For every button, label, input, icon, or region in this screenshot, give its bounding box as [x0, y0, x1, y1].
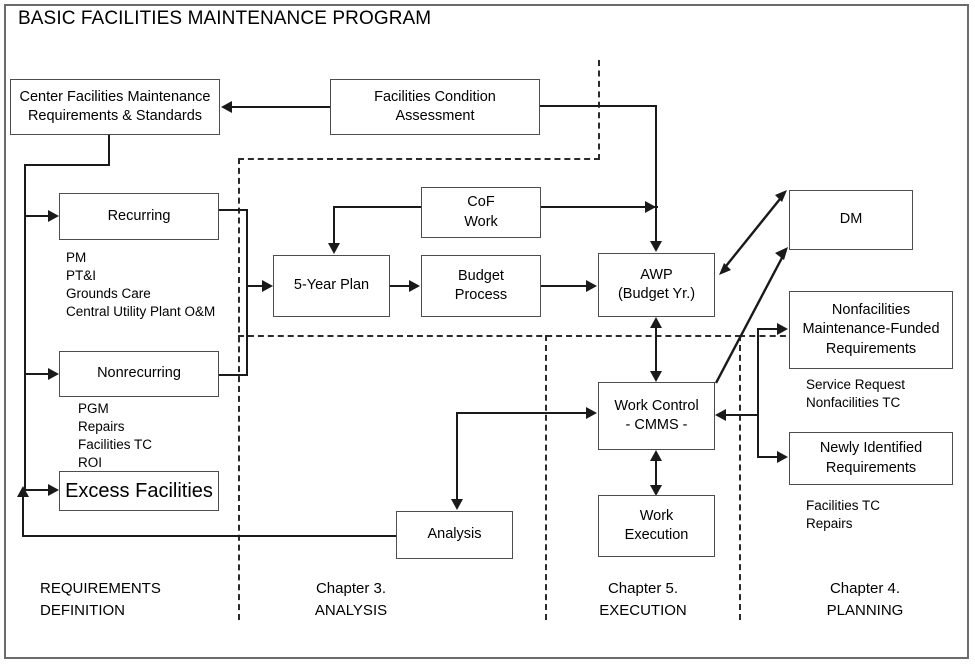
box-label: Nonfacilities Maintenance-Funded Requireme…	[802, 302, 940, 357]
box-awp-budget-year[interactable]: AWP (Budget Yr.)	[598, 253, 715, 317]
box-label: Nonrecurring	[97, 365, 181, 382]
box-label: Analysis	[427, 526, 482, 543]
arrowhead-cof-into-awp-column	[645, 201, 656, 213]
box-analysis[interactable]: Analysis	[396, 511, 513, 559]
box-work-execution[interactable]: Work Execution	[598, 495, 715, 557]
box-label: Newly Identified Requirements	[819, 440, 923, 476]
arrowhead-awp-to-work-control	[650, 371, 662, 382]
annotation-nonrecurring-items: PGM Repairs Facilities TC ROI	[78, 401, 153, 470]
connector-analysis-feedback-vertical	[22, 496, 24, 536]
connector-trunk-to-recurring	[24, 215, 49, 217]
caption-chapter-5-execution: Chapter 5. EXECUTION	[599, 580, 687, 619]
phase-boundary-top	[238, 158, 600, 160]
phase-divider-requirements-analysis	[238, 158, 240, 620]
box-label: Work Control - CMMS -	[614, 397, 699, 433]
arrowhead-bus-into-work-control	[715, 409, 726, 421]
annotation-newly-identified-items: Facilities TC Repairs	[806, 498, 881, 531]
box-newly-identified-requirements[interactable]: Newly Identified Requirements	[789, 432, 953, 485]
arrowhead-to-budget-process	[409, 280, 420, 292]
connector-cof-work-down-to-plan	[333, 206, 335, 244]
box-label: Budget Process	[454, 267, 508, 303]
connector-center-req-down	[108, 135, 110, 166]
box-label: AWP (Budget Yr.)	[617, 266, 696, 302]
box-label: Center Facilities Maintenance Requirement…	[19, 88, 211, 124]
connector-trunk-to-nonrecurring	[24, 373, 49, 375]
box-cof-work[interactable]: CoF Work	[421, 187, 541, 238]
connector-work-control-to-analysis-vertical	[456, 412, 458, 500]
connector-five-year-plan-to-budget	[390, 285, 410, 287]
connector-bus-to-work-control	[726, 414, 759, 416]
caption-chapter-4-planning: Chapter 4. PLANNING	[826, 580, 904, 619]
arrowhead-fca-to-awp	[650, 241, 662, 252]
box-label: Recurring	[107, 207, 171, 224]
connector-center-req-to-trunk	[24, 164, 110, 166]
connector-budget-to-awp	[541, 285, 587, 287]
connector-left-trunk	[24, 164, 26, 489]
box-label: Work Execution	[624, 507, 689, 543]
connector-recurring-right-stub	[219, 209, 248, 211]
caption-requirements-definition: REQUIREMENTS DEFINITION	[40, 580, 161, 619]
connector-bus-to-newly-identified	[757, 456, 778, 458]
annotation-nonfacilities-items: Service Request Nonfacilities TC	[806, 377, 906, 410]
box-budget-process[interactable]: Budget Process	[421, 255, 541, 317]
connector-fca-to-center-requirements	[232, 106, 330, 108]
connector-work-control-to-analysis-horizontal	[456, 412, 588, 414]
arrowhead-analysis-feedback	[17, 486, 29, 497]
box-label: Excess Facilities	[65, 479, 213, 502]
page-title: BASIC FACILITIES MAINTENANCE PROGRAM	[18, 8, 432, 29]
phase-divider-analysis-execution	[545, 335, 547, 620]
box-nonrecurring[interactable]: Nonrecurring	[59, 351, 219, 397]
box-work-control-cmms[interactable]: Work Control - CMMS -	[598, 382, 715, 450]
connector-merge-to-five-year-plan	[246, 285, 263, 287]
box-label: DM	[839, 211, 863, 228]
arrowhead-cof-to-five-year-plan	[328, 243, 340, 254]
box-recurring[interactable]: Recurring	[59, 193, 219, 240]
arrowhead-to-newly-identified-requirements	[777, 451, 788, 463]
annotation-recurring-items: PM PT&I Grounds Care Central Utility Plant …	[66, 250, 216, 319]
arrowhead-work-execution-to-work-control	[650, 450, 662, 461]
connector-cof-work-left-out	[333, 206, 422, 208]
diagram-canvas: BASIC FACILITIES MAINTENANCE PROGRAM Cen…	[0, 0, 975, 664]
box-center-facilities-maintenance-requirements[interactable]: Center Facilities Maintenance Requirement…	[10, 79, 220, 135]
box-nonfacilities-maintenance-funded-requirements[interactable]: Nonfacilities Maintenance-Funded Requireme…	[789, 291, 953, 369]
arrowhead-into-work-control-left	[586, 407, 597, 419]
box-excess-facilities[interactable]: Excess Facilities	[59, 471, 219, 511]
arrowhead-to-center-requirements	[221, 101, 232, 113]
connector-fca-down-to-awp	[655, 105, 657, 242]
connector-work-control-dm-diagonal	[714, 247, 788, 384]
arrowhead-to-nonrecurring	[48, 368, 59, 380]
arrowhead-to-awp	[586, 280, 597, 292]
arrowhead-work-control-to-awp	[650, 317, 662, 328]
box-dm[interactable]: DM	[789, 190, 913, 250]
phase-boundary-middle	[238, 335, 741, 337]
connector-nonrecurring-right-stub	[219, 374, 248, 376]
arrowhead-to-analysis	[451, 499, 463, 510]
box-label: 5-Year Plan	[293, 277, 370, 294]
box-five-year-plan[interactable]: 5-Year Plan	[273, 255, 390, 317]
arrowhead-to-recurring	[48, 210, 59, 222]
connector-recurring-nonrecurring-merge	[246, 209, 248, 376]
phase-divider-upper-right	[598, 60, 600, 160]
arrowhead-to-five-year-plan	[262, 280, 273, 292]
connector-cof-work-to-awp-column	[540, 206, 658, 208]
caption-chapter-3-analysis: Chapter 3. ANALYSIS	[314, 580, 388, 619]
box-label: Facilities Condition Assessment	[374, 88, 496, 124]
connector-fca-right-out	[540, 105, 657, 107]
arrowhead-to-excess-facilities	[48, 484, 59, 496]
connector-awp-work-control	[655, 322, 657, 378]
box-facilities-condition-assessment[interactable]: Facilities Condition Assessment	[330, 79, 540, 135]
connector-analysis-feedback-horizontal	[22, 535, 398, 537]
box-label: CoF Work	[464, 194, 498, 230]
